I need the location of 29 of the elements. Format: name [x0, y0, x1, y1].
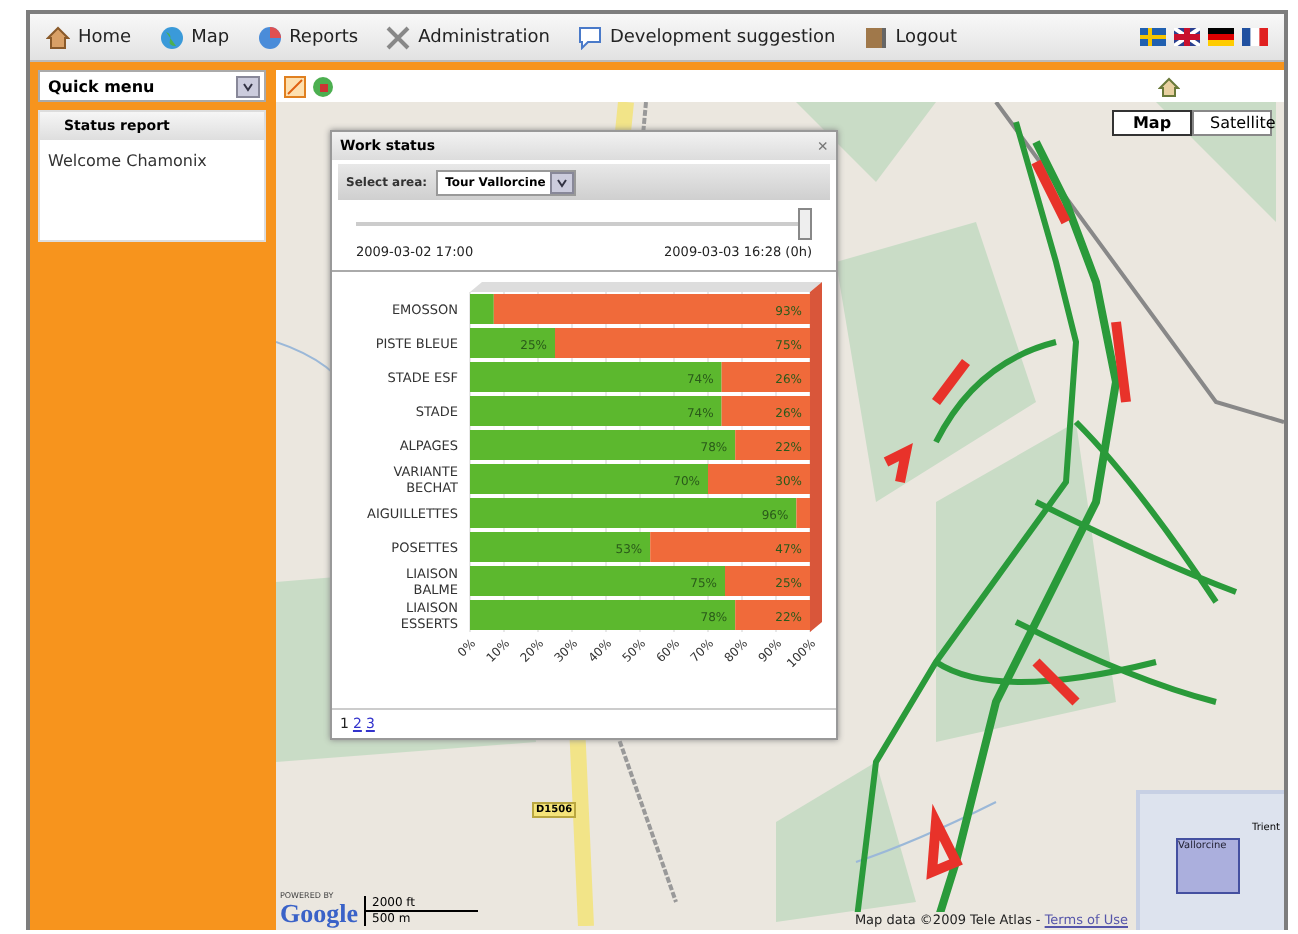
door-icon: [863, 25, 888, 49]
logo-text: Google: [280, 900, 358, 926]
globe-icon: [159, 25, 184, 49]
close-button[interactable]: ×: [817, 136, 828, 156]
nav-link[interactable]: Map: [159, 25, 230, 49]
british-flag-icon[interactable]: [1174, 28, 1200, 46]
speech-bubble-icon: [577, 25, 602, 49]
french-flag-icon[interactable]: [1242, 28, 1268, 46]
ruler-icon[interactable]: [284, 75, 306, 97]
house-icon: [46, 25, 70, 49]
nav-link[interactable]: Development suggestion: [577, 25, 836, 49]
map-type-button[interactable]: Satellite: [1192, 110, 1272, 136]
swedish-flag-icon[interactable]: [1140, 28, 1166, 46]
house-icon[interactable]: [1158, 75, 1180, 97]
caret-icon: [549, 171, 574, 193]
caret-icon: [236, 75, 260, 97]
nav-link[interactable]: Administration: [386, 25, 550, 49]
nav-link[interactable]: Reports: [257, 25, 359, 49]
welcome-text: Welcome Chamonix: [46, 150, 209, 174]
nav-link[interactable]: Logout: [863, 25, 958, 49]
quick-menu-dropdown[interactable]: Quick menu: [38, 70, 266, 102]
slider-thumb[interactable]: [798, 208, 812, 240]
globe-icon[interactable]: [312, 75, 334, 97]
nav-link[interactable]: Home: [46, 25, 132, 49]
tools-icon: [386, 25, 411, 49]
pie-chart-icon: [257, 25, 282, 49]
map-view[interactable]: [276, 102, 1284, 930]
map-type-button[interactable]: Map: [1112, 110, 1192, 136]
german-flag-icon[interactable]: [1208, 28, 1234, 46]
